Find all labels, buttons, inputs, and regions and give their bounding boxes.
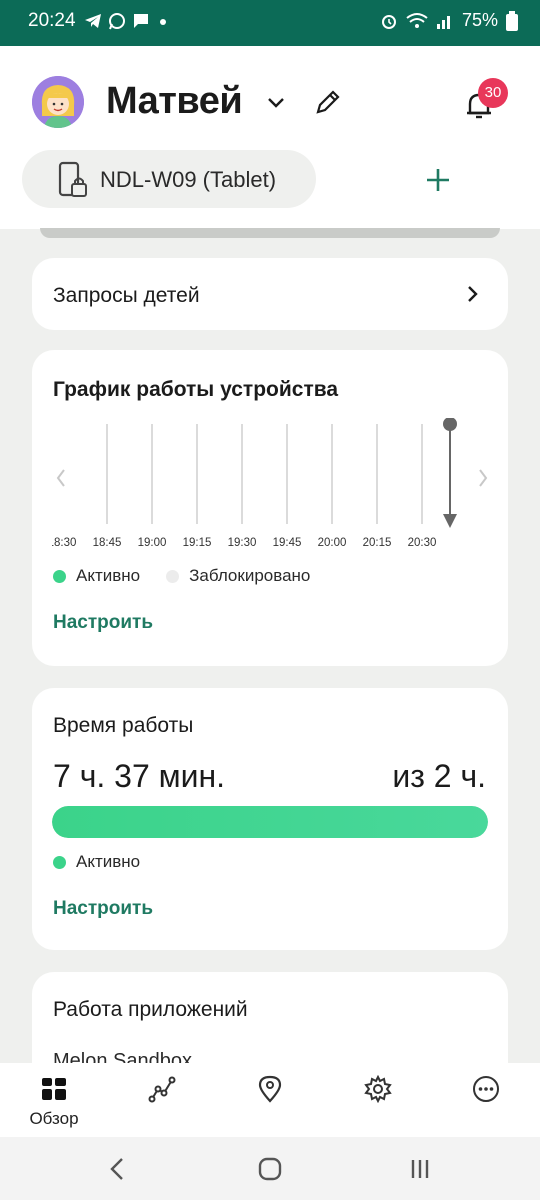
status-right: 75% xyxy=(380,10,518,31)
message-icon xyxy=(134,14,148,28)
work-time-setup-link[interactable]: Настроить xyxy=(53,898,153,920)
stats-icon xyxy=(148,1076,176,1103)
overview-icon xyxy=(42,1078,66,1100)
schedule-title: График работы устройства xyxy=(53,378,339,401)
timeline-tick-label: 19:45 xyxy=(273,537,302,549)
wifi-icon xyxy=(406,12,428,28)
work-time-limit: из 2 ч. xyxy=(392,758,486,794)
schedule-legend: Активно Заблокировано xyxy=(53,566,310,586)
dot-icon xyxy=(160,19,166,25)
bottom-navigation: Обзор xyxy=(0,1063,540,1137)
device-selector[interactable]: NDL-W09 (Tablet) xyxy=(22,150,316,208)
work-time-used: 7 ч. 37 мин. xyxy=(53,758,226,794)
child-avatar-icon xyxy=(32,76,84,128)
profile-header: Матвей 30 NDL-W09 (Tablet) xyxy=(0,46,540,229)
timeline-tick-label: 19:00 xyxy=(138,537,167,549)
work-time-card: Время работы 7 ч. 37 мин. из 2 ч. Активн… xyxy=(32,688,508,950)
back-icon[interactable] xyxy=(102,1153,134,1185)
work-time-progress-fill xyxy=(52,806,488,838)
profile-name[interactable]: Матвей xyxy=(106,80,243,123)
collapsed-card-edge xyxy=(40,228,500,238)
notification-badge: 30 xyxy=(478,78,508,108)
current-time-arrow xyxy=(443,514,457,528)
recents-icon[interactable] xyxy=(404,1153,436,1185)
work-time-progress xyxy=(52,806,488,838)
battery-icon xyxy=(506,10,518,31)
timeline-tick-label: 18:45 xyxy=(93,537,122,549)
tablet-lock-icon xyxy=(58,161,87,197)
timeline-tick-label: 20:15 xyxy=(363,537,392,549)
work-time-legend: Активно xyxy=(53,852,140,872)
notification-icons xyxy=(84,12,170,30)
nav-overview[interactable]: Обзор xyxy=(0,1063,108,1137)
schedule-setup-link[interactable]: Настроить xyxy=(53,612,153,634)
schedule-timeline[interactable]: 18:1518:3018:4519:0019:1519:3019:4520:00… xyxy=(52,418,492,558)
nav-settings[interactable] xyxy=(324,1063,432,1137)
legend-active-label: Активно xyxy=(76,566,141,585)
nav-location[interactable] xyxy=(216,1063,324,1137)
child-requests-card[interactable]: Запросы детей xyxy=(32,258,508,330)
status-bar: 20:24 75% xyxy=(0,0,540,46)
whatsapp-icon xyxy=(109,13,125,30)
chevron-right-icon xyxy=(468,286,478,302)
timeline-tick-label: 19:15 xyxy=(183,537,212,549)
nav-overview-label: Обзор xyxy=(29,1109,79,1128)
edit-pencil-icon[interactable] xyxy=(312,86,344,118)
device-schedule-card: График работы устройства 18:1518:3018:45… xyxy=(32,350,508,666)
more-icon xyxy=(473,1076,499,1102)
legend-active-dot xyxy=(53,855,66,869)
work-time-title: Время работы xyxy=(53,714,194,737)
home-icon[interactable] xyxy=(254,1153,286,1185)
alarm-icon xyxy=(381,14,396,29)
legend-active-label: Активно xyxy=(76,852,141,871)
location-icon xyxy=(258,1075,282,1103)
system-navigation-bar xyxy=(0,1137,540,1200)
timeline-tick-label: 20:00 xyxy=(318,537,347,549)
legend-blocked-dot xyxy=(166,569,180,583)
status-time: 20:24 xyxy=(28,10,76,31)
timeline-tick-label: 19:30 xyxy=(228,537,257,549)
timeline-tick-label: 18:30 xyxy=(52,537,76,549)
timeline-next-icon xyxy=(479,469,488,487)
battery-percent: 75% xyxy=(461,10,498,30)
timeline-prev-icon xyxy=(56,469,65,487)
telegram-icon xyxy=(85,14,101,28)
chevron-down-icon[interactable] xyxy=(264,94,288,112)
apps-usage-title: Работа приложений xyxy=(53,998,248,1021)
add-device-icon[interactable] xyxy=(422,164,454,196)
current-time-handle xyxy=(443,418,457,431)
settings-icon xyxy=(364,1075,392,1103)
nav-statistics[interactable] xyxy=(108,1063,216,1137)
nav-more[interactable] xyxy=(432,1063,540,1137)
avatar[interactable] xyxy=(32,76,84,128)
timeline-tick-label: 20:30 xyxy=(408,537,437,549)
signal-icon xyxy=(436,15,450,29)
child-requests-title: Запросы детей xyxy=(53,284,200,307)
legend-active-dot xyxy=(53,569,66,583)
device-name: NDL-W09 (Tablet) xyxy=(100,167,277,192)
legend-blocked-label: Заблокировано xyxy=(189,566,311,585)
